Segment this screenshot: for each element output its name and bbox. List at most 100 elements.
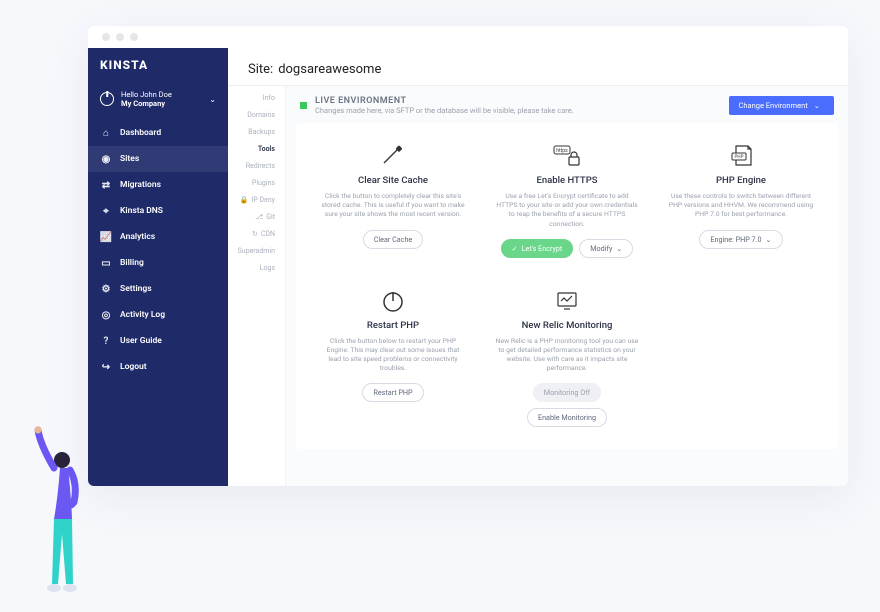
- enable-monitoring-button[interactable]: Enable Monitoring: [527, 408, 607, 427]
- main-area: Site: dogsareawesome InfoDomainsBackupsT…: [228, 48, 848, 486]
- chevron-down-icon: ⌄: [814, 101, 820, 110]
- nav-item-settings[interactable]: ⚙Settings: [88, 276, 228, 302]
- nav-label: Settings: [120, 284, 152, 294]
- chevron-down-icon: ⌄: [209, 95, 216, 104]
- modify-button[interactable]: Modify⌄: [579, 239, 633, 258]
- subnav-item-plugins[interactable]: Plugins: [250, 177, 285, 189]
- chart-icon: 📈: [100, 231, 112, 243]
- change-environment-button[interactable]: Change Environment ⌄: [729, 96, 834, 115]
- card-actions: ✓ Let's Encrypt Modify⌄: [501, 239, 634, 258]
- log-icon: ◎: [100, 309, 112, 321]
- subnav-label: Redirects: [246, 162, 275, 170]
- nav-item-migrations[interactable]: ⇄Migrations: [88, 172, 228, 198]
- nav-item-billing[interactable]: ▭Billing: [88, 250, 228, 276]
- subnav-item-git[interactable]: ⎇Git: [253, 211, 285, 223]
- https-icon: https: [552, 143, 582, 169]
- subnav-label: Superadmin: [238, 247, 275, 255]
- subnav-item-logs[interactable]: Logs: [258, 262, 285, 274]
- monitor-icon: [552, 288, 582, 314]
- git-icon: ⎇: [255, 213, 263, 221]
- card-new-relic: New Relic Monitoring New Relic is a PHP m…: [480, 274, 654, 444]
- nav-label: Sites: [120, 154, 139, 164]
- card-php-engine: PHPPHP EngineUse these controls to switc…: [654, 129, 828, 274]
- env-subtitle: Changes made here, via SFTP or the datab…: [315, 106, 574, 115]
- nav-label: Dashboard: [120, 128, 161, 138]
- nav-item-dashboard[interactable]: ⌂Dashboard: [88, 120, 228, 146]
- subnav-item-superadmin[interactable]: Superadmin: [236, 245, 285, 257]
- nav-item-activity-log[interactable]: ◎ Activity Log: [88, 302, 228, 328]
- globe-icon: ◉: [100, 153, 112, 165]
- monitor-icon: [552, 288, 582, 314]
- power-icon: [378, 288, 408, 314]
- card-actions: Monitoring Off Enable Monitoring: [490, 383, 644, 427]
- button-label: Enable Monitoring: [538, 413, 596, 422]
- primary-nav: ⌂Dashboard ◉ Sites ⇄Migrations⌖Kinsta DNS 📈 A…: [88, 120, 228, 380]
- nav-item-analytics[interactable]: 📈 Analytics: [88, 224, 228, 250]
- env-status-indicator: [300, 102, 307, 109]
- card-actions: Restart PHP: [362, 383, 423, 402]
- cdn-icon: ↻: [252, 230, 258, 238]
- site-subnav: InfoDomainsBackupsToolsRedirectsPlugins🔒…: [228, 86, 286, 486]
- button-label: Engine: PHP 7.0: [710, 235, 761, 244]
- decorative-person-illustration: [24, 424, 94, 604]
- nav-label: User Guide: [120, 336, 162, 346]
- card-restart-php: Restart PHPClick the button below to res…: [306, 274, 480, 444]
- subnav-item-domains[interactable]: Domains: [245, 109, 285, 121]
- subnav-label: Logs: [260, 264, 275, 272]
- card-icon: ▭: [100, 257, 112, 269]
- card-actions: Clear Cache: [363, 230, 424, 249]
- nav-item-kinsta-dns[interactable]: ⌖Kinsta DNS: [88, 198, 228, 224]
- php-icon: PHP: [726, 143, 756, 169]
- button-label: Let's Encrypt: [522, 244, 563, 253]
- monitoring-off-button[interactable]: Monitoring Off: [533, 383, 601, 402]
- chevron-down-icon: ⌄: [766, 235, 772, 244]
- site-name: dogsareawesome: [278, 62, 381, 77]
- subnav-label: Domains: [247, 111, 275, 119]
- subnav-label: Git: [266, 213, 275, 221]
- card-description: Use these controls to switch between dif…: [664, 192, 818, 220]
- maximize-dot[interactable]: [130, 33, 138, 41]
- sidebar: KINSTA Hello John Doe My Company ⌄ ⌂Dash…: [88, 48, 228, 486]
- engine-php-7-0-button[interactable]: Engine: PHP 7.0 ⌄: [699, 230, 782, 249]
- nav-item-user-guide[interactable]: ? User Guide: [88, 328, 228, 354]
- subnav-label: Info: [263, 94, 275, 102]
- button-label: Restart PHP: [373, 388, 412, 397]
- clear-cache-button[interactable]: Clear Cache: [363, 230, 424, 249]
- user-company: My Company: [121, 99, 172, 108]
- card-clear-cache: Clear Site Cache Click the button to comp…: [306, 129, 480, 274]
- subnav-item-ip-deny[interactable]: 🔒IP Deny: [238, 194, 285, 206]
- let-s-encrypt-button[interactable]: ✓ Let's Encrypt: [501, 239, 574, 258]
- subnav-item-cdn[interactable]: ↻CDN: [250, 228, 285, 240]
- tool-cards: Clear Site Cache Click the button to comp…: [296, 123, 838, 449]
- nav-item-sites[interactable]: ◉ Sites: [88, 146, 228, 172]
- nav-label: Activity Log: [120, 310, 165, 320]
- user-switcher[interactable]: Hello John Doe My Company ⌄: [88, 84, 228, 120]
- window-controls: [88, 26, 848, 48]
- subnav-item-tools[interactable]: Tools: [256, 143, 285, 155]
- help-icon: ?: [100, 335, 112, 347]
- subnav-item-backups[interactable]: Backups: [246, 126, 285, 138]
- restart-php-button[interactable]: Restart PHP: [362, 383, 423, 402]
- check-icon: ✓: [512, 244, 518, 253]
- lock-icon: 🔒: [240, 196, 249, 204]
- close-dot[interactable]: [102, 33, 110, 41]
- minimize-dot[interactable]: [116, 33, 124, 41]
- user-greeting: Hello John Doe: [121, 90, 172, 99]
- environment-bar: LIVE ENVIRONMENT Changes made here, via …: [286, 86, 848, 123]
- subnav-label: IP Deny: [251, 196, 275, 204]
- card-title: Clear Site Cache: [358, 175, 428, 186]
- nav-label: Analytics: [120, 232, 155, 242]
- svg-text:https: https: [556, 148, 568, 154]
- nav-item-logout[interactable]: ↪Logout: [88, 354, 228, 380]
- subnav-item-info[interactable]: Info: [261, 92, 285, 104]
- card-title: Restart PHP: [367, 320, 419, 331]
- card-title: New Relic Monitoring: [522, 320, 613, 331]
- button-label: Clear Cache: [374, 235, 413, 244]
- card-description: Click the button to completely clear thi…: [316, 192, 470, 220]
- chevron-down-icon: ⌄: [616, 244, 622, 253]
- nav-label: Logout: [120, 362, 147, 372]
- nav-label: Kinsta DNS: [120, 206, 163, 216]
- card-actions: Engine: PHP 7.0 ⌄: [699, 230, 782, 249]
- subnav-item-redirects[interactable]: Redirects: [244, 160, 285, 172]
- card-description: New Relic is a PHP monitoring tool you c…: [490, 337, 644, 374]
